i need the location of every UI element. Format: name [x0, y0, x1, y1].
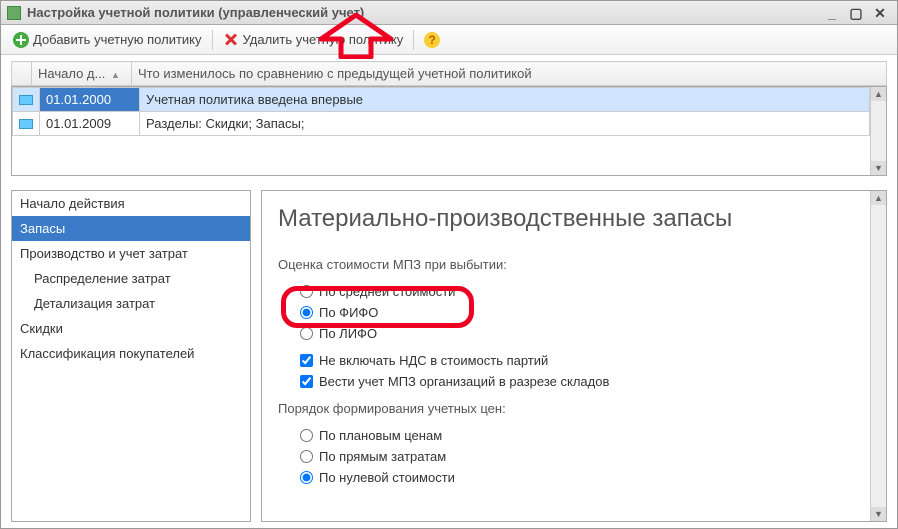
history-row[interactable]: 01.01.2000Учетная политика введена вперв… [13, 88, 870, 112]
valuation-option-radio[interactable] [300, 306, 313, 319]
add-policy-button[interactable]: Добавить учетную политику [7, 29, 208, 51]
price-option-radio[interactable] [300, 450, 313, 463]
history-col-date[interactable]: Начало д... ▲ [32, 62, 132, 86]
sidebar-item[interactable]: Скидки [12, 316, 250, 341]
add-policy-label: Добавить учетную политику [33, 32, 202, 47]
price-option-label: По прямым затратам [319, 449, 446, 464]
price-option[interactable]: По плановым ценам [300, 428, 870, 443]
main-panel: Материально-производственные запасы Оцен… [261, 190, 887, 522]
sidebar-item[interactable]: Начало действия [12, 191, 250, 216]
toolbar-separator [413, 30, 414, 50]
plus-icon [13, 32, 29, 48]
valuation-option-label: По ФИФО [319, 305, 378, 320]
history-cell-date: 01.01.2000 [40, 88, 140, 112]
history-col-icon[interactable] [12, 62, 32, 86]
close-button[interactable]: ✕ [873, 6, 887, 20]
scroll-down-icon[interactable]: ▼ [871, 161, 886, 175]
sidebar-item[interactable]: Детализация затрат [12, 291, 250, 316]
price-option[interactable]: По нулевой стоимости [300, 470, 870, 485]
scroll-down-icon[interactable]: ▼ [871, 507, 886, 521]
window-title: Настройка учетной политики (управленческ… [27, 5, 825, 20]
history-cell-date: 01.01.2009 [40, 112, 140, 136]
scroll-up-icon[interactable]: ▲ [871, 191, 886, 205]
history-cell-changed: Разделы: Скидки; Запасы; [140, 112, 870, 136]
minimize-button[interactable]: _ [825, 6, 839, 20]
valuation-option-radio[interactable] [300, 285, 313, 298]
valuation-option[interactable]: По ЛИФО [300, 326, 870, 341]
price-option-radio[interactable] [300, 471, 313, 484]
delete-icon [223, 32, 239, 48]
inventory-checkbox-checkbox[interactable] [300, 375, 313, 388]
sidebar-item[interactable]: Запасы [12, 216, 250, 241]
sort-asc-icon: ▲ [111, 70, 120, 80]
valuation-option[interactable]: По средней стоимости [300, 284, 870, 299]
inventory-checkbox[interactable]: Не включать НДС в стоимость партий [300, 353, 870, 368]
valuation-option-radio[interactable] [300, 327, 313, 340]
main-scrollbar[interactable]: ▲ ▼ [870, 191, 886, 521]
sidebar-item[interactable]: Распределение затрат [12, 266, 250, 291]
toolbar-separator [212, 30, 213, 50]
inventory-checkbox-label: Вести учет МПЗ организаций в разрезе скл… [319, 374, 609, 389]
sidebar-item[interactable]: Производство и учет затрат [12, 241, 250, 266]
main-title: Материально-производственные запасы [278, 205, 870, 233]
history-cell-changed: Учетная политика введена впервые [140, 88, 870, 112]
valuation-option-label: По ЛИФО [319, 326, 377, 341]
price-option[interactable]: По прямым затратам [300, 449, 870, 464]
toolbar: Добавить учетную политику Удалить учетну… [1, 25, 897, 55]
history-table-body: 01.01.2000Учетная политика введена вперв… [12, 87, 870, 136]
row-icon [19, 119, 33, 129]
maximize-button[interactable]: ▢ [849, 6, 863, 20]
valuation-label: Оценка стоимости МПЗ при выбытии: [278, 257, 870, 272]
valuation-option-label: По средней стоимости [319, 284, 455, 299]
app-icon [7, 6, 21, 20]
history-col-changed[interactable]: Что изменилось по сравнению с предыдущей… [132, 62, 887, 86]
help-button[interactable]: ? [418, 29, 446, 51]
help-icon: ? [424, 32, 440, 48]
price-option-radio[interactable] [300, 429, 313, 442]
scroll-up-icon[interactable]: ▲ [871, 87, 886, 101]
valuation-option[interactable]: По ФИФО [300, 305, 870, 320]
price-order-label: Порядок формирования учетных цен: [278, 401, 870, 416]
sidebar: Начало действияЗапасыПроизводство и учет… [11, 190, 251, 522]
inventory-checkbox-checkbox[interactable] [300, 354, 313, 367]
history-scrollbar[interactable]: ▲ ▼ [870, 87, 886, 175]
history-row[interactable]: 01.01.2009Разделы: Скидки; Запасы; [13, 112, 870, 136]
row-icon [19, 95, 33, 105]
price-option-label: По плановым ценам [319, 428, 442, 443]
titlebar: Настройка учетной политики (управленческ… [1, 1, 897, 25]
delete-policy-button[interactable]: Удалить учетную политику [217, 29, 410, 51]
inventory-checkbox[interactable]: Вести учет МПЗ организаций в разрезе скл… [300, 374, 870, 389]
delete-policy-label: Удалить учетную политику [243, 32, 404, 47]
sidebar-item[interactable]: Классификация покупателей [12, 341, 250, 366]
price-option-label: По нулевой стоимости [319, 470, 455, 485]
history-table-header: Начало д... ▲ Что изменилось по сравнени… [11, 61, 887, 86]
inventory-checkbox-label: Не включать НДС в стоимость партий [319, 353, 548, 368]
